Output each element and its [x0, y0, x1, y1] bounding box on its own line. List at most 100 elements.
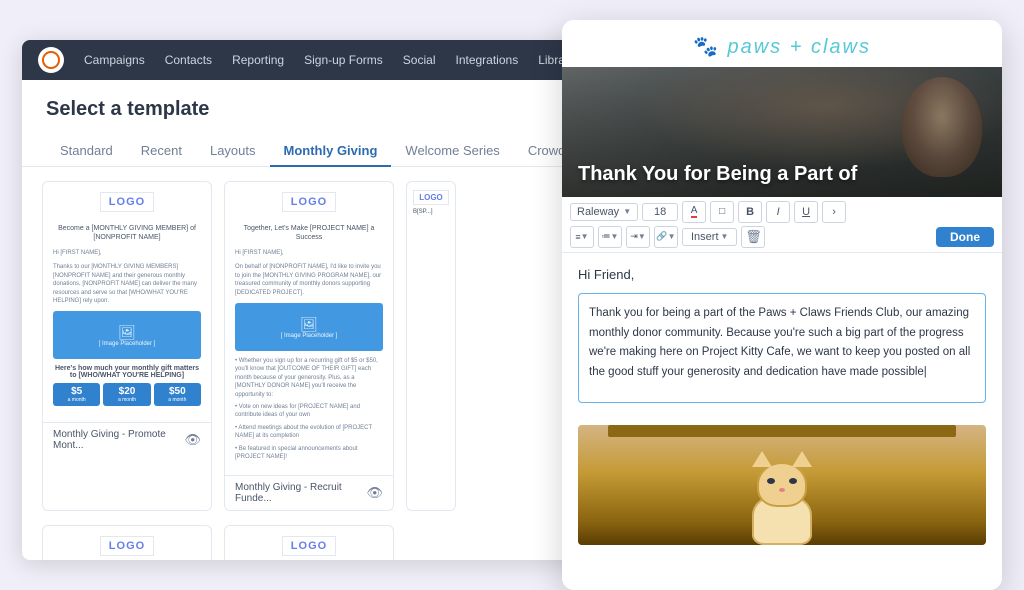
tab-recent[interactable]: Recent	[127, 135, 196, 166]
trash-icon: 🗑	[745, 229, 762, 245]
nav-integrations[interactable]: Integrations	[455, 53, 518, 67]
nav-campaigns[interactable]: Campaigns	[84, 53, 145, 67]
amount-5-num: $5	[55, 386, 98, 397]
template-card-2[interactable]: LOGO Together, Let's Make [PROJECT NAME]…	[224, 181, 394, 512]
font-select-chevron: ▼	[623, 207, 631, 216]
brand-text: paws + claws	[727, 36, 871, 58]
tab-standard[interactable]: Standard	[46, 135, 127, 166]
template-card-row2-2[interactable]: LOGO [SPONSORED ONE]	[224, 525, 394, 559]
card-1-image-label: [ Image Placeholder ]	[99, 341, 156, 347]
cat-eye-left	[767, 478, 775, 484]
email-editor-panel: 🐾 paws + claws Thank You for Being a Par…	[562, 20, 1002, 590]
list-btn[interactable]: ≔ ▼	[598, 226, 622, 248]
card-1-image-icon: 🖼	[99, 324, 156, 341]
highlight-icon: □	[719, 206, 725, 217]
bold-btn[interactable]: B	[738, 201, 762, 223]
link-chevron: ▼	[668, 232, 676, 241]
card-2-sub3: • Attend meetings about the evolution of…	[235, 424, 383, 441]
list-chevron: ▼	[611, 232, 619, 241]
tab-monthly-giving[interactable]: Monthly Giving	[270, 135, 392, 166]
list-icon: ≔	[602, 231, 611, 242]
nav-social[interactable]: Social	[403, 53, 436, 67]
amount-50-num: $50	[156, 386, 199, 397]
font-size-select[interactable]: 18	[642, 203, 678, 221]
partial-logo: LOGO	[413, 190, 449, 205]
template-card-row2-1[interactable]: LOGO Thank You for Being a Part of [PROJ…	[42, 525, 212, 559]
amount-5: $5 a month	[53, 383, 100, 406]
align-btn[interactable]: ≡ ▼	[570, 226, 594, 248]
card2-2-content: LOGO [SPONSORED ONE]	[225, 526, 393, 559]
card2-2-logo-wrap: LOGO	[235, 536, 383, 559]
email-greeting: Hi Friend,	[578, 265, 986, 286]
amount-20-num: $20	[105, 386, 148, 397]
card-1-logo: LOGO	[100, 192, 154, 212]
cat-nose	[779, 488, 785, 492]
card-2-preview-icon[interactable]: 👁	[366, 485, 383, 501]
indent-btn[interactable]: ⇥ ▼	[626, 226, 650, 248]
link-icon: 🔗	[656, 231, 667, 242]
amount-5-sub: a month	[55, 397, 98, 403]
card-2-content: LOGO Together, Let's Make [PROJECT NAME]…	[225, 182, 393, 476]
card-2-greeting: Hi [FIRST NAME],	[235, 249, 383, 257]
font-family-select[interactable]: Raleway ▼	[570, 203, 638, 221]
card-2-sub4: • Be featured in special announcements a…	[235, 445, 383, 462]
card2-1-logo: LOGO	[100, 536, 154, 556]
template-grid-row2: LOGO Thank You for Being a Part of [PROJ…	[22, 525, 602, 559]
insert-btn[interactable]: Insert ▼	[682, 228, 737, 246]
card-1-footer: Monthly Giving - Promote Mont... 👁	[43, 422, 211, 457]
template-grid-row1: LOGO Become a [MONTHLY GIVING MEMBER] of…	[22, 167, 602, 526]
toolbar-row1: Raleway ▼ 18 A □ B I U	[570, 201, 994, 223]
toolbar-row2: ≡ ▼ ≔ ▼ ⇥ ▼ 🔗 ▼ Insert ▼	[570, 226, 994, 248]
highlight-btn[interactable]: □	[710, 201, 734, 223]
card-2-image-label: [ Image Placeholder ]	[281, 333, 338, 339]
card-1-body: Thanks to our [MONTHLY GIVING MEMBERS] […	[53, 263, 201, 305]
email-hero-image: Thank You for Being a Part of	[562, 67, 1002, 197]
card-2-footer: Monthly Giving - Recruit Funde... 👁	[225, 475, 393, 510]
card-2-sub2: • Vote on new ideas for [PROJECT NAME] a…	[235, 403, 383, 420]
card-2-body: On behalf of [NONPROFIT NAME], I'd like …	[235, 263, 383, 297]
card-2-footer-label: Monthly Giving - Recruit Funde...	[235, 482, 366, 504]
hero-cat-silhouette	[902, 77, 982, 177]
email-text-editable[interactable]: Thank you for being a part of the Paws +…	[578, 293, 986, 403]
email-logo-area: 🐾 paws + claws	[562, 20, 1002, 67]
italic-btn[interactable]: I	[766, 201, 790, 223]
indent-chevron: ▼	[638, 232, 646, 241]
text-color-btn[interactable]: A	[682, 201, 706, 223]
partial-text: B[SP...]	[413, 209, 449, 217]
underline-btn[interactable]: U	[794, 201, 818, 223]
card2-1-content: LOGO Thank You for Being a Part of [PROJ…	[43, 526, 211, 559]
tab-welcome-series[interactable]: Welcome Series	[391, 135, 513, 166]
page-header: Select a template	[22, 80, 602, 121]
email-body: Hi Friend, Thank you for being a part of…	[562, 253, 1002, 416]
cat-ear-right	[792, 451, 812, 467]
card-1-footer-label: Monthly Giving - Promote Mont...	[53, 429, 184, 451]
amount-50-sub: a month	[156, 397, 199, 403]
italic-icon: I	[777, 206, 780, 218]
delete-btn[interactable]: 🗑	[741, 226, 765, 248]
card-1-logo-wrap: LOGO	[53, 192, 201, 218]
card-2-logo: LOGO	[282, 192, 336, 212]
box-top-edge	[608, 425, 956, 437]
bold-icon: B	[746, 206, 754, 218]
nav-signup-forms[interactable]: Sign-up Forms	[304, 53, 383, 67]
card-1-preview-icon[interactable]: 👁	[184, 432, 201, 448]
more-btn[interactable]: ›	[822, 201, 846, 223]
template-card-partial[interactable]: LOGO B[SP...]	[406, 181, 456, 512]
card-2-image-icon: 🖼	[281, 316, 338, 333]
card-1-content: LOGO Become a [MONTHLY GIVING MEMBER] of…	[43, 182, 211, 423]
nav-logo	[38, 47, 64, 73]
nav-reporting[interactable]: Reporting	[232, 53, 284, 67]
insert-chevron: ▼	[721, 232, 729, 241]
card-1-headline: Become a [MONTHLY GIVING MEMBER] of [NON…	[53, 224, 201, 244]
amount-20: $20 a month	[103, 383, 150, 406]
insert-label: Insert	[691, 231, 719, 243]
link-btn[interactable]: 🔗 ▼	[654, 226, 678, 248]
nav-contacts[interactable]: Contacts	[165, 53, 212, 67]
card-2-logo-wrap: LOGO	[235, 192, 383, 218]
template-card-1[interactable]: LOGO Become a [MONTHLY GIVING MEMBER] of…	[42, 181, 212, 512]
nav-bar: Campaigns Contacts Reporting Sign-up For…	[22, 40, 602, 80]
tab-layouts[interactable]: Layouts	[196, 135, 270, 166]
more-icon: ›	[832, 206, 836, 218]
done-button[interactable]: Done	[936, 227, 994, 247]
align-chevron: ▼	[581, 232, 589, 241]
